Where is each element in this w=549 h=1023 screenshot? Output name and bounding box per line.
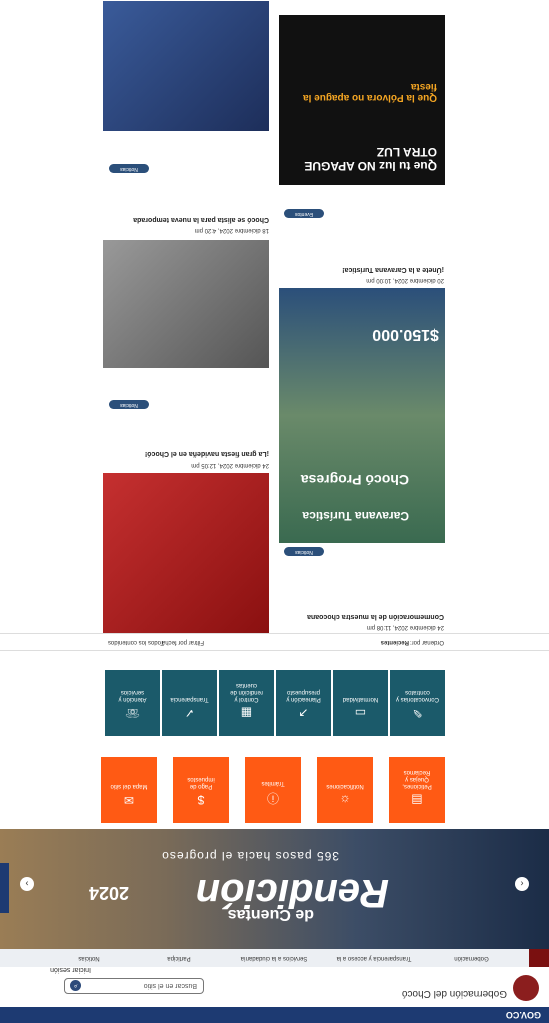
luz-text: Que tu luz NO APAGUE OTRA LUZ <box>304 145 437 173</box>
check-icon: ✓ <box>184 706 195 720</box>
nav-item-3[interactable]: Servicios a la ciudadanía <box>224 949 324 967</box>
gobernacion-logo[interactable] <box>513 975 539 1001</box>
news-tag-2[interactable]: Noticias <box>109 164 149 173</box>
hero-title: Rendición <box>195 871 389 915</box>
orange-button-4[interactable]: $ Pago de impuestos <box>173 757 229 823</box>
news-date-2: 18 diciembre 2024, 4:20 pm <box>194 227 269 233</box>
orange-button-2[interactable]: ☼ Notificaciones <box>317 757 373 823</box>
filter-bar: Ordenar por: Recientes Filtrar por fecha… <box>0 633 549 651</box>
map-icon: ✉ <box>123 793 135 807</box>
nav-item-4[interactable]: Participa <box>134 949 224 967</box>
news-tag-4[interactable]: Eventos <box>284 209 324 218</box>
money-icon: $ <box>197 793 205 807</box>
login-link[interactable]: Iniciar sesión <box>50 966 91 973</box>
news-title-2[interactable]: Chocó se alista para la nueva temporada <box>109 216 269 223</box>
hero-band: 365 pasos hacia el progreso <box>161 849 339 863</box>
hero-tag: 2024 <box>88 883 129 903</box>
document-icon: ▤ <box>411 793 423 807</box>
orange-button-1[interactable]: ▤ Peticiones, Quejas y Reclamos <box>389 757 445 823</box>
carousel-prev-icon[interactable]: ‹ <box>515 877 529 891</box>
news-tag-1[interactable]: Noticias <box>109 400 149 409</box>
caravana-title: Caravana Turística <box>302 509 410 523</box>
carousel-next-icon[interactable]: › <box>20 877 34 891</box>
search-icon[interactable]: ⌕ <box>70 980 81 991</box>
orange-button-3[interactable]: ⓘ Trámites <box>245 757 301 823</box>
news-title-4[interactable]: ¡Únete a la Caravana Turística! <box>284 266 444 273</box>
news-tag-3[interactable]: Noticias <box>284 547 324 556</box>
search-input[interactable]: Buscar en el sitio <box>64 978 204 994</box>
price-label: $150.000 <box>372 326 439 343</box>
event-image[interactable] <box>103 240 269 368</box>
teal-button-6[interactable]: ☏ Atención y servicios <box>105 670 160 736</box>
order-label: Ordenar por: <box>409 639 444 645</box>
support-icon: ☏ <box>125 706 141 720</box>
nav-item-1[interactable]: Gobernación <box>424 949 519 967</box>
news-date-4: 20 diciembre 2024, 10:00 pm <box>366 277 444 283</box>
contract-icon: ✎ <box>412 706 423 720</box>
law-icon: ▭ <box>354 706 367 720</box>
rendicion-image[interactable] <box>103 1 269 131</box>
site-title[interactable]: Gobernación del Chocó <box>402 988 507 999</box>
news-date-1: 24 diciembre 2024, 12:05 pm <box>191 462 269 468</box>
doc-icon: ▦ <box>240 706 253 720</box>
teal-button-4[interactable]: ▦ Control y rendición de cuentas <box>219 670 274 736</box>
nav-item-5[interactable]: Noticias <box>44 949 134 967</box>
home-icon[interactable] <box>529 949 549 967</box>
news-title-3[interactable]: Conmemoración de la muestra chocoana <box>284 613 444 620</box>
accessibility-toolbar[interactable] <box>0 863 9 913</box>
news-date-3: 24 diciembre 2024, 11:08 pm <box>366 624 444 630</box>
order-recent[interactable]: Recientes <box>381 634 409 650</box>
chart-icon: ↗ <box>298 706 309 720</box>
all-content-filter[interactable]: Todos los contenidos <box>108 634 164 650</box>
govco-bar[interactable]: GOV.CO <box>0 1007 549 1023</box>
alert-icon: ⓘ <box>267 791 280 805</box>
teal-button-1[interactable]: ✎ Convocatorias y contratos <box>390 670 445 736</box>
bell-icon: ☼ <box>339 793 351 807</box>
orange-button-5[interactable]: ✉ Mapa del sitio <box>101 757 157 823</box>
progresa-title: Chocó Progresa <box>300 472 409 488</box>
teal-button-2[interactable]: ▭ Normatividad <box>333 670 388 736</box>
teal-button-5[interactable]: ✓ Transparencia <box>162 670 217 736</box>
christmas-image[interactable] <box>103 473 269 633</box>
news-title-1[interactable]: ¡La gran fiesta navideña en el Chocó! <box>109 450 269 457</box>
nav-item-2[interactable]: Transparencia y acceso a la información <box>324 937 424 967</box>
teal-button-3[interactable]: ↗ Planeación y presupuesto <box>276 670 331 736</box>
polvora-text: Que la Pólvora no apague la fiesta <box>303 81 437 103</box>
date-filter[interactable]: Filtrar por fecha <box>162 634 204 650</box>
